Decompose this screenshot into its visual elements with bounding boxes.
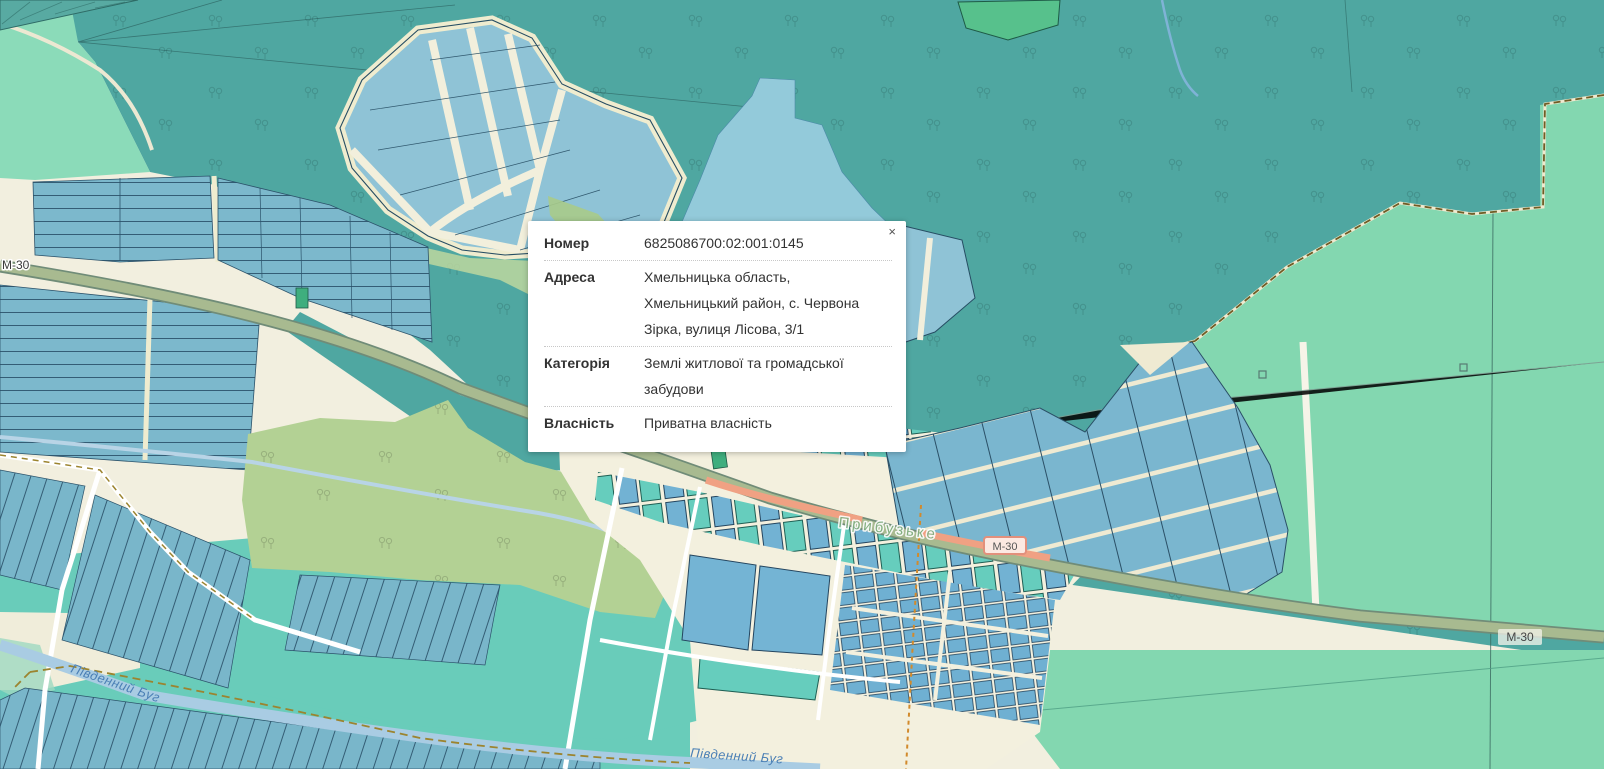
field-label-address: Адреса [544, 264, 644, 342]
road-label-m30-right: М-30 [1506, 630, 1534, 644]
parcel-info-popup: × Номер 6825086700:02:001:0145 Адреса Хм… [528, 221, 906, 452]
road-shield-m30: М-30 [984, 537, 1026, 554]
popup-row-ownership: Власність Приватна власність [544, 407, 892, 440]
popup-row-number: Номер 6825086700:02:001:0145 [544, 227, 892, 261]
field-label-number: Номер [544, 230, 644, 256]
field-label-category: Категорія [544, 350, 644, 402]
road-label-m30-center: М-30 [992, 541, 1017, 553]
close-icon[interactable]: × [885, 222, 899, 241]
parcel-number-value: 6825086700:02:001:0145 [644, 230, 862, 256]
cadastral-map-viewport[interactable]: М-30 М-30 М-30 Південний Буг Південний Б… [0, 0, 1604, 769]
popup-row-address: Адреса Хмельницька область, Хмельницький… [544, 261, 892, 347]
popup-row-category: Категорія Землі житлової та громадської … [544, 347, 892, 407]
parcel-ownership-value: Приватна власність [644, 410, 862, 436]
parcel-category-value: Землі житлової та громадської забудови [644, 350, 862, 402]
road-label-m30-right-group: М-30 [1498, 629, 1542, 645]
field-label-ownership: Власність [544, 410, 644, 436]
parcel-address-value: Хмельницька область, Хмельницький район,… [644, 264, 862, 342]
road-label-m30-left: М-30 [2, 258, 30, 272]
